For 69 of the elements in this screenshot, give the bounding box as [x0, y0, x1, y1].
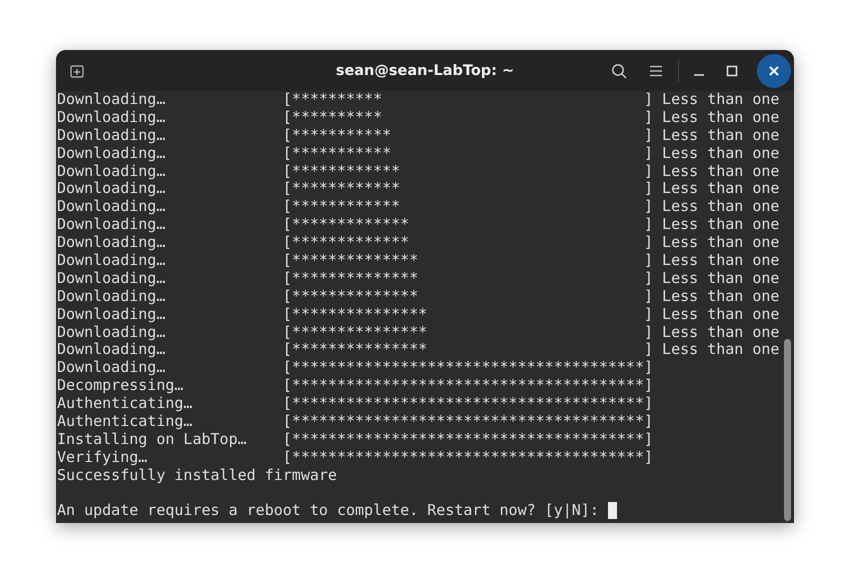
- eta-text: Less than one: [662, 144, 780, 163]
- eta-text: Less than one: [662, 252, 780, 270]
- progress-text: [*************** ]: [282, 324, 654, 342]
- step-label: Downloading…: [57, 270, 166, 288]
- eta-text: Less than one: [662, 198, 780, 216]
- progress-text: [************ ]: [282, 162, 654, 180]
- prompt-text: An update requires a reboot to complete. Restart now? [y|N]:: [57, 502, 599, 520]
- progress-text: [*************** ]: [282, 306, 654, 324]
- progress-text: [************** ]: [282, 252, 654, 270]
- step-label: Downloading…: [57, 126, 166, 145]
- progress-text: [********** ]: [282, 108, 654, 127]
- progress-text: [*********** ]: [282, 126, 654, 145]
- step-label: Downloading…: [57, 162, 166, 180]
- eta-text: Less than one: [662, 324, 780, 342]
- new-tab-icon: [70, 64, 84, 78]
- progress-text: [************* ]: [282, 234, 654, 252]
- close-icon: [768, 64, 780, 76]
- scrollbar-thumb[interactable]: [784, 339, 791, 521]
- progress-text: [***************************************]: [282, 359, 654, 378]
- step-label: Downloading…: [57, 341, 166, 360]
- close-button[interactable]: [757, 54, 791, 88]
- eta-text: Less than one: [662, 126, 780, 145]
- progress-text: [*************** ]: [282, 341, 654, 360]
- eta-text: Less than one: [662, 341, 780, 360]
- progress-text: [********** ]: [282, 91, 654, 109]
- step-label: Authenticating…: [57, 413, 194, 431]
- progress-text: [************** ]: [282, 288, 654, 306]
- step-label: Decompressing…: [57, 377, 184, 396]
- search-icon: [611, 62, 627, 78]
- progress-text: [***************************************]: [282, 377, 654, 396]
- step-label: Downloading…: [57, 180, 166, 198]
- step-label: Authenticating…: [57, 395, 194, 414]
- window-title: sean@sean-LabTop: ~: [336, 62, 514, 78]
- progress-text: [***************************************]: [282, 395, 654, 414]
- menu-icon: [649, 64, 663, 76]
- eta-text: Less than one: [662, 180, 780, 198]
- progress-text: [*********** ]: [282, 144, 654, 163]
- eta-text: Less than one: [662, 91, 780, 109]
- step-label: Downloading…: [57, 144, 166, 163]
- progress-text: [***************************************]: [282, 448, 654, 467]
- eta-text: Less than one: [662, 162, 780, 180]
- progress-text: [************ ]: [282, 180, 654, 198]
- minimize-icon: [694, 74, 704, 76]
- step-label: Downloading…: [57, 216, 166, 234]
- maximize-icon: [726, 64, 738, 76]
- step-label: Downloading…: [57, 252, 166, 270]
- step-label: Verifying…: [57, 448, 148, 467]
- step-label: Downloading…: [57, 359, 166, 378]
- step-label: Installing on LabTop…: [57, 430, 248, 449]
- progress-text: [***************************************]: [282, 430, 654, 449]
- step-label: Downloading…: [57, 91, 166, 109]
- progress-text: [************* ]: [282, 216, 654, 234]
- eta-text: Less than one: [662, 216, 780, 234]
- eta-text: Less than one: [662, 270, 780, 288]
- step-label: Downloading…: [57, 288, 166, 306]
- progress-text: [***************************************]: [282, 413, 654, 431]
- step-label: Downloading…: [57, 306, 166, 324]
- text-cursor: [608, 502, 617, 520]
- eta-text: Less than one: [662, 288, 780, 306]
- step-label: Downloading…: [57, 198, 166, 216]
- progress-text: [************** ]: [282, 270, 654, 288]
- eta-text: Less than one: [662, 234, 780, 252]
- progress-text: [************ ]: [282, 198, 654, 216]
- eta-text: Less than one: [662, 306, 780, 324]
- eta-text: Less than one: [662, 108, 780, 127]
- step-label: Downloading…: [57, 108, 166, 127]
- step-label: Downloading…: [57, 324, 166, 342]
- step-label: Downloading…: [57, 234, 166, 252]
- terminal-text: Successfully installed firmware: [57, 466, 337, 485]
